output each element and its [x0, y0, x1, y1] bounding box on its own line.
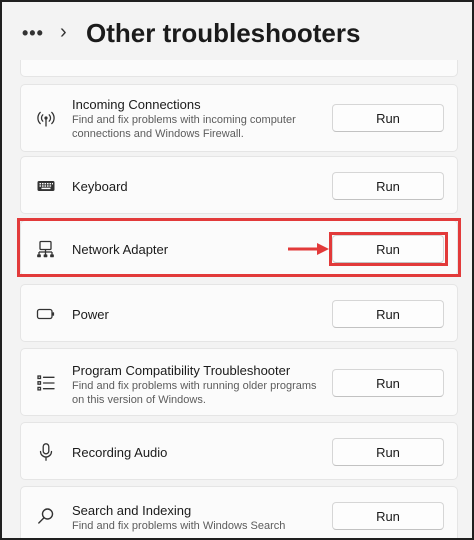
arrow-icon: [288, 242, 330, 256]
item-text: Keyboard: [72, 178, 327, 195]
item-text: Search and Indexing Find and fix problem…: [72, 502, 327, 533]
header: ••• › Other troubleshooters: [2, 2, 472, 60]
item-name: Program Compatibility Troubleshooter: [72, 363, 291, 378]
highlight-box-run-button: [329, 232, 448, 266]
run-button-recording-audio[interactable]: Run: [332, 438, 444, 466]
item-name: Incoming Connections: [72, 97, 201, 112]
troubleshooter-item-keyboard: Keyboard Run: [20, 156, 458, 214]
search-icon: [36, 506, 56, 526]
battery-icon: [36, 304, 56, 324]
previous-item-card: [20, 60, 458, 77]
microphone-icon: [36, 442, 56, 462]
page-title: Other troubleshooters: [86, 18, 361, 48]
run-button-search-and-indexing[interactable]: Run: [332, 502, 444, 530]
list-icon: [36, 373, 56, 393]
run-button-program-compatibility[interactable]: Run: [332, 369, 444, 397]
more-options-icon[interactable]: •••: [22, 24, 44, 42]
item-text: Incoming Connections Find and fix proble…: [72, 96, 327, 141]
item-text: Recording Audio: [72, 444, 327, 461]
troubleshooter-item-incoming-connections: Incoming Connections Find and fix proble…: [20, 84, 458, 152]
run-button-incoming-connections[interactable]: Run: [332, 104, 444, 132]
item-name: Recording Audio: [72, 445, 168, 460]
item-description: Find and fix problems with Windows Searc…: [72, 520, 286, 532]
item-name: Power: [72, 307, 109, 322]
breadcrumb-chevron-icon: ›: [60, 21, 67, 43]
item-text: Program Compatibility Troubleshooter Fin…: [72, 362, 327, 407]
keyboard-icon: [36, 176, 56, 196]
troubleshooter-item-power: Power Run: [20, 284, 458, 342]
troubleshooter-item-recording-audio: Recording Audio Run: [20, 422, 458, 480]
troubleshooter-item-search-and-indexing: Search and Indexing Find and fix problem…: [20, 486, 458, 538]
run-button-keyboard[interactable]: Run: [332, 172, 444, 200]
item-description: Find and fix problems with incoming comp…: [72, 114, 296, 140]
item-name: Search and Indexing: [72, 503, 192, 518]
item-text: Power: [72, 306, 327, 323]
troubleshooter-item-program-compatibility: Program Compatibility Troubleshooter Fin…: [20, 348, 458, 416]
item-name: Keyboard: [72, 179, 128, 194]
settings-window: ••• › Other troubleshooters Incoming Con…: [0, 0, 474, 540]
run-button-power[interactable]: Run: [332, 300, 444, 328]
wifi-signal-icon: [36, 109, 56, 129]
item-description: Find and fix problems with running older…: [72, 380, 317, 406]
